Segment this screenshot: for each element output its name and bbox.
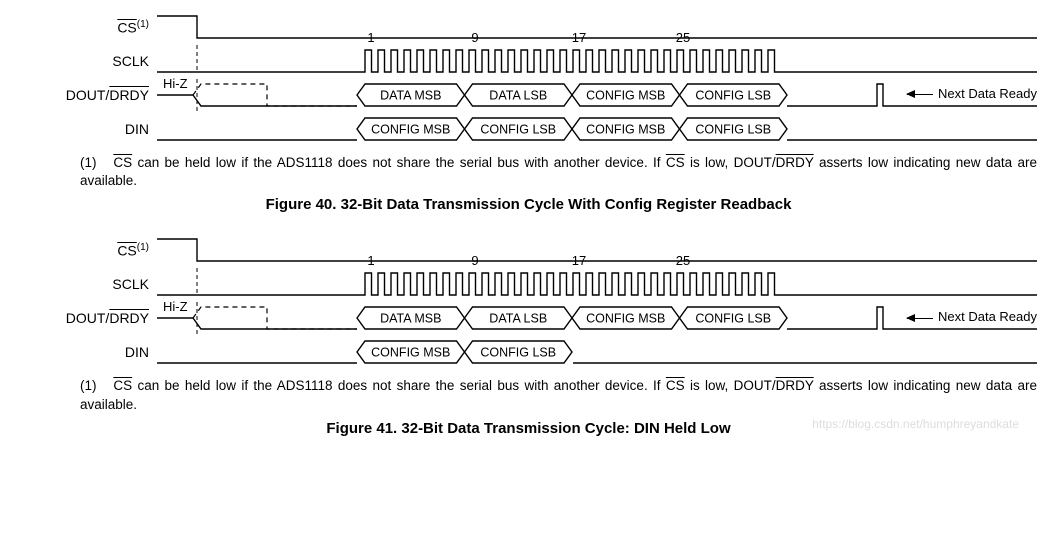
- footnote-40: (1) CS can be held low if the ADS1118 do…: [80, 154, 1037, 190]
- row-din: DIN CONFIG MSBCONFIG LSBCONFIG MSBCONFIG…: [20, 112, 1037, 146]
- hiz-label: Hi-Z: [163, 76, 188, 91]
- label-din-41: DIN: [20, 344, 157, 360]
- dout-prefix: DOUT/: [66, 87, 110, 103]
- figure-40: CS(1) SCLK 1 9 17 25: [20, 10, 1037, 213]
- cs-sup-41: (1): [137, 242, 149, 253]
- footnote-pre: can be held low if the ADS1118 does not …: [132, 155, 666, 170]
- next-ready-text-41: Next Data Ready: [938, 309, 1037, 324]
- caption-40: Figure 40. 32-Bit Data Transmission Cycl…: [20, 196, 1037, 213]
- tick-1-41: 1: [367, 253, 374, 268]
- footnote-post: is low, DOUT/: [685, 155, 776, 170]
- footnote-num-41: (1): [80, 377, 108, 395]
- svg-text:CONFIG MSB: CONFIG MSB: [371, 346, 450, 360]
- tick-17-41: 17: [572, 253, 586, 268]
- footnote-cs1-41: CS: [113, 378, 132, 393]
- wave-sclk-41: 1 9 17 25: [157, 267, 1037, 301]
- label-cs: CS(1): [20, 19, 157, 36]
- next-ready-text: Next Data Ready: [938, 86, 1037, 101]
- row-sclk-41: SCLK 1 9 17 25: [20, 267, 1037, 301]
- cs-text-41: CS: [117, 243, 136, 259]
- timing-diagram-41: CS(1) SCLK 1 9 17 25: [20, 233, 1037, 369]
- cs-sup: (1): [137, 19, 149, 30]
- footnote-cs2-41: CS: [666, 378, 685, 393]
- svg-text:CONFIG MSB: CONFIG MSB: [586, 122, 665, 136]
- label-sclk-41: SCLK: [20, 276, 157, 292]
- tick-25-41: 25: [676, 253, 690, 268]
- arrow-icon: [907, 94, 933, 95]
- footnote-41: (1) CS can be held low if the ADS1118 do…: [80, 377, 1037, 413]
- dout-prefix-41: DOUT/: [66, 310, 110, 326]
- svg-text:CONFIG LSB: CONFIG LSB: [695, 122, 771, 136]
- next-data-ready-41: Next Data Ready: [907, 309, 1037, 324]
- tick-9-41: 9: [471, 253, 478, 268]
- svg-text:CONFIG MSB: CONFIG MSB: [371, 122, 450, 136]
- row-cs-41: CS(1): [20, 233, 1037, 267]
- row-cs: CS(1): [20, 10, 1037, 44]
- footnote-pre-41: can be held low if the ADS1118 does not …: [132, 378, 666, 393]
- footnote-post-41: is low, DOUT/: [685, 378, 776, 393]
- row-sclk: SCLK 1 9 17 25: [20, 44, 1037, 78]
- label-dout: DOUT/DRDY: [20, 87, 157, 103]
- svg-text:DATA MSB: DATA MSB: [380, 312, 441, 326]
- arrow-icon-41: [907, 318, 933, 319]
- svg-text:CONFIG LSB: CONFIG LSB: [695, 312, 771, 326]
- caption-41: Figure 41. 32-Bit Data Transmission Cycl…: [20, 420, 1037, 437]
- wave-cs: [157, 10, 1037, 44]
- drdy-text-41: DRDY: [109, 310, 149, 326]
- svg-text:CONFIG MSB: CONFIG MSB: [586, 312, 665, 326]
- wave-cs-41: [157, 233, 1037, 267]
- tick-17: 17: [572, 30, 586, 45]
- wave-dout: Hi-Z DATA MSB DATA LSB CONFIG MSB CONFIG LS…: [157, 78, 1037, 112]
- footnote-cs2: CS: [666, 155, 685, 170]
- label-sclk: SCLK: [20, 53, 157, 69]
- timing-diagram-40: CS(1) SCLK 1 9 17 25: [20, 10, 1037, 146]
- wave-dout-41: Hi-Z DATA MSB DATA LSB CONFIG MSB CONFIG LS…: [157, 301, 1037, 335]
- row-dout-41: DOUT/DRDY Hi-Z DATA MSB DATA LSB CONFIG MS…: [20, 301, 1037, 335]
- figure-41: CS(1) SCLK 1 9 17 25: [20, 233, 1037, 436]
- label-din: DIN: [20, 121, 157, 137]
- tick-1: 1: [367, 30, 374, 45]
- svg-text:CONFIG LSB: CONFIG LSB: [695, 88, 771, 102]
- svg-text:DATA LSB: DATA LSB: [489, 88, 547, 102]
- cs-text: CS: [117, 19, 136, 35]
- next-data-ready: Next Data Ready: [907, 86, 1037, 101]
- svg-text:CONFIG MSB: CONFIG MSB: [586, 88, 665, 102]
- row-din-41: DIN CONFIG MSB CONFIG LSB: [20, 335, 1037, 369]
- svg-text:CONFIG LSB: CONFIG LSB: [480, 346, 556, 360]
- tick-9: 9: [471, 30, 478, 45]
- row-dout: DOUT/DRDY Hi-Z DATA MSB DATA LSB CONFIG MS…: [20, 78, 1037, 112]
- hiz-label-41: Hi-Z: [163, 299, 188, 314]
- footnote-drdy: DRDY: [776, 155, 814, 170]
- svg-text:DATA MSB: DATA MSB: [380, 88, 441, 102]
- svg-text:CONFIG LSB: CONFIG LSB: [480, 122, 556, 136]
- footnote-drdy-41: DRDY: [776, 378, 814, 393]
- drdy-text: DRDY: [109, 87, 149, 103]
- wave-sclk: 1 9 17 25: [157, 44, 1037, 78]
- label-cs-41: CS(1): [20, 242, 157, 259]
- tick-25: 25: [676, 30, 690, 45]
- label-dout-41: DOUT/DRDY: [20, 310, 157, 326]
- footnote-cs1: CS: [113, 155, 132, 170]
- footnote-num: (1): [80, 154, 108, 172]
- svg-text:DATA LSB: DATA LSB: [489, 312, 547, 326]
- wave-din-41: CONFIG MSB CONFIG LSB: [157, 335, 1037, 369]
- wave-din: CONFIG MSB CONFIG LSB CONFIG MSB CONFIG LSB: [157, 112, 1037, 146]
